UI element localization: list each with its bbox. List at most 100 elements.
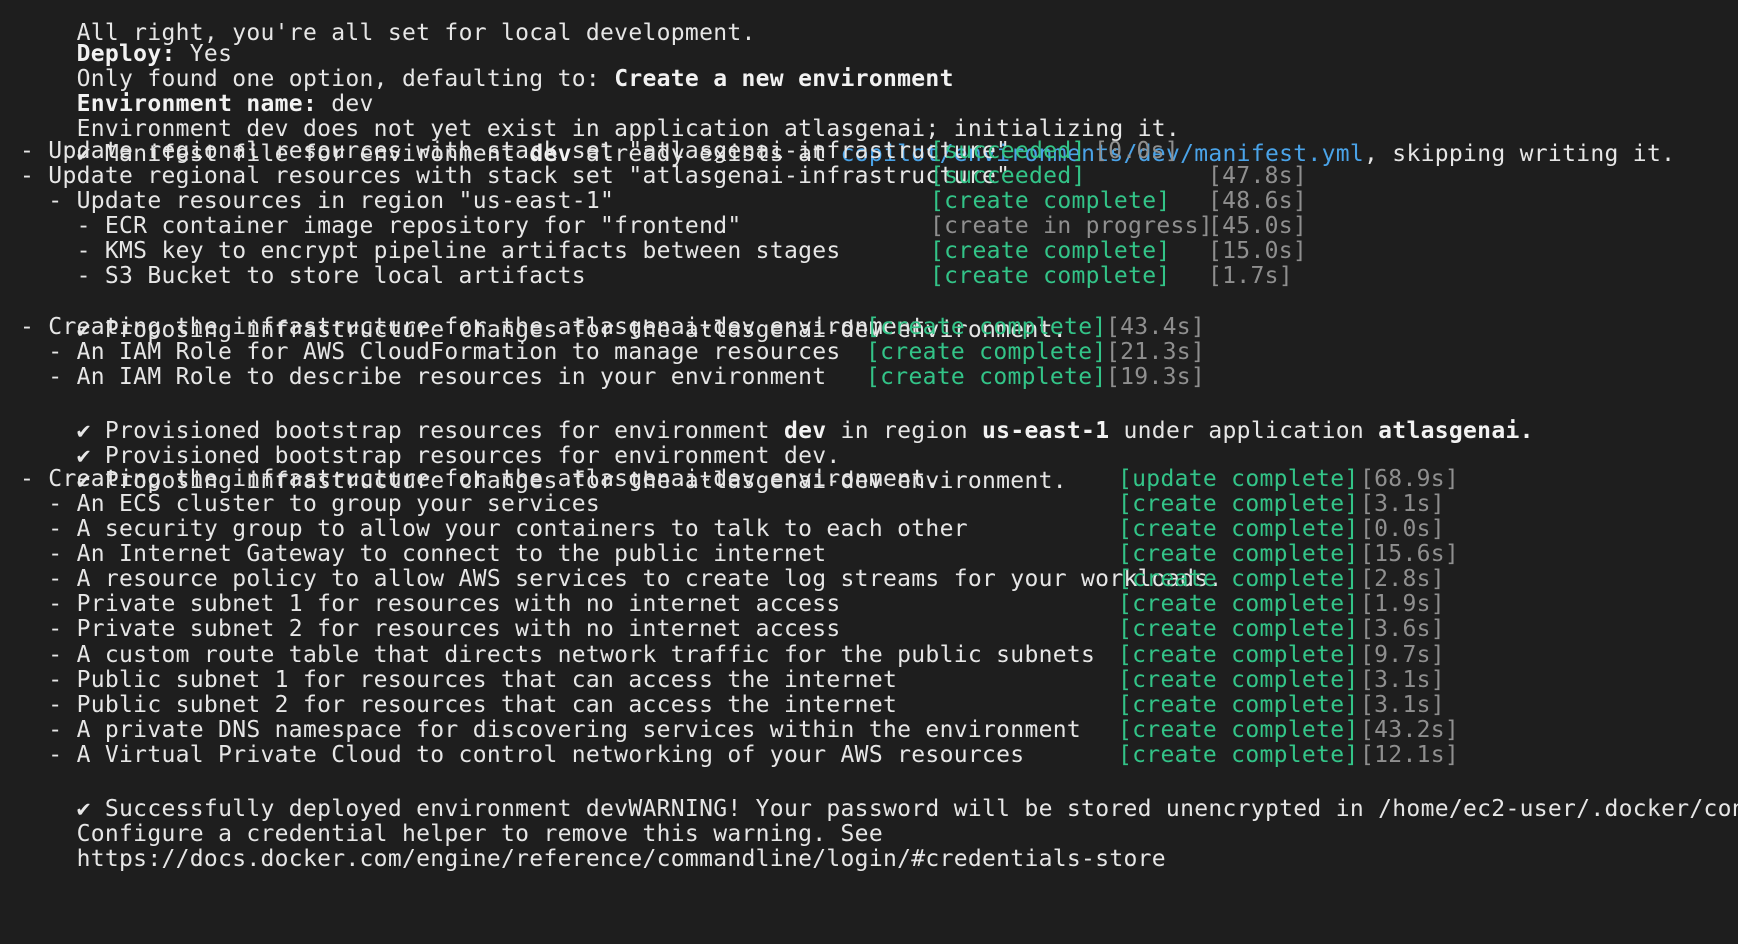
terminal-line: Configure a credential helper to remove …	[20, 792, 883, 847]
progress-row: - A private DNS namespace for discoverin…	[20, 716, 1458, 744]
task-status: [succeeded]	[930, 163, 1086, 189]
task-text: - S3 Bucket to store local artifacts	[20, 263, 586, 289]
terminal-line: Environment dev does not yet exist in ap…	[20, 87, 1180, 142]
terminal-line: ✔ Provisioned bootstrap resources for en…	[20, 389, 1534, 444]
task-text: - An IAM Role for AWS CloudFormation to …	[20, 339, 841, 365]
task-status: [create complete]	[866, 314, 1107, 340]
task-status: [create complete]	[1118, 717, 1359, 743]
task-status: [create complete]	[930, 238, 1171, 264]
task-time: [45.0s]	[1208, 213, 1308, 239]
progress-row: - A security group to allow your contain…	[20, 515, 1444, 543]
task-status: [create complete]	[1118, 692, 1359, 718]
task-time: [3.1s]	[1360, 692, 1445, 718]
progress-row: - KMS key to encrypt pipeline artifacts …	[20, 237, 1307, 265]
terminal-line: Only found one option, defaulting to: Cr…	[20, 37, 954, 92]
task-status: [create complete]	[1118, 566, 1359, 592]
progress-row: - Update resources in region "us-east-1"…	[20, 187, 1306, 215]
task-text: - Creating the infrastructure for the at…	[20, 466, 940, 492]
terminal-line: ✔ Provisioned bootstrap resources for en…	[20, 414, 841, 469]
task-status: [create complete]	[930, 263, 1171, 289]
task-status: [create complete]	[1118, 491, 1359, 517]
task-time: [48.6s]	[1208, 188, 1308, 214]
task-status: [update complete]	[1118, 466, 1359, 492]
terminal-line: ✔ Manifest file for environment dev alre…	[20, 112, 1675, 167]
progress-row: - An ECS cluster to group your services …	[20, 490, 1444, 518]
task-status: [create complete]	[1118, 616, 1359, 642]
progress-row: - Update regional resources with stack s…	[20, 137, 1179, 165]
task-time: [43.2s]	[1360, 717, 1460, 743]
progress-row: - A resource policy to allow AWS service…	[20, 565, 1444, 593]
task-text: - A resource policy to allow AWS service…	[20, 566, 1223, 592]
terminal-line: ✔ Proposing infrastructure changes for t…	[20, 439, 1067, 494]
progress-row: - An IAM Role to describe resources in y…	[20, 363, 1204, 391]
progress-row: - An Internet Gateway to connect to the …	[20, 540, 1458, 568]
task-time: [21.3s]	[1106, 339, 1206, 365]
task-status: [create complete]	[866, 339, 1107, 365]
task-time: [9.7s]	[1360, 642, 1445, 668]
terminal-line: https://docs.docker.com/engine/reference…	[20, 817, 1166, 872]
task-text: - Update regional resources with stack s…	[20, 138, 1011, 164]
task-text: - Update resources in region "us-east-1"	[20, 188, 615, 214]
task-text: - Public subnet 1 for resources that can…	[20, 667, 898, 693]
docs-url[interactable]: https://docs.docker.com/engine/reference…	[77, 846, 1166, 872]
app-name: atlasgenai.	[1378, 418, 1534, 444]
task-text: - Update regional resources with stack s…	[20, 163, 1011, 189]
task-text: - KMS key to encrypt pipeline artifacts …	[20, 238, 841, 264]
task-time: [1.9s]	[1360, 591, 1445, 617]
progress-row: - Creating the infrastructure for the at…	[20, 313, 1205, 341]
terminal-line: ✔ Successfully deployed environment devW…	[20, 767, 1738, 822]
terminal-line: ✔ Proposing infrastructure changes for t…	[20, 288, 1067, 343]
task-time: [43.4s]	[1106, 314, 1206, 340]
progress-row: - A custom route table that directs netw…	[20, 641, 1444, 669]
task-text: - Private subnet 2 for resources with no…	[20, 616, 841, 642]
progress-row: - S3 Bucket to store local artifacts [cr…	[20, 262, 1293, 290]
task-time: [2.8s]	[1360, 566, 1445, 592]
task-text: - Creating the infrastructure for the at…	[20, 314, 940, 340]
progress-row: - ECR container image repository for "fr…	[20, 212, 1307, 240]
task-time: [12.1s]	[1360, 742, 1460, 768]
line-text: , skipping writing it.	[1364, 141, 1676, 167]
task-time: [15.6s]	[1360, 541, 1460, 567]
progress-row: - Private subnet 2 for resources with no…	[20, 615, 1444, 643]
progress-row: - Update regional resources with stack s…	[20, 162, 1307, 190]
line-text: under application	[1109, 418, 1379, 444]
task-text: - ECR container image repository for "fr…	[20, 213, 742, 239]
progress-row: - Private subnet 1 for resources with no…	[20, 590, 1444, 618]
task-time: [0.0s]	[1360, 516, 1445, 542]
task-text: - Private subnet 1 for resources with no…	[20, 591, 841, 617]
progress-row: - A Virtual Private Cloud to control net…	[20, 741, 1458, 769]
progress-row: - Public subnet 1 for resources that can…	[20, 666, 1444, 694]
task-text: - A Virtual Private Cloud to control net…	[20, 742, 1025, 768]
task-status: [create complete]	[1118, 591, 1359, 617]
task-status: [create complete]	[1118, 541, 1359, 567]
task-time: [3.1s]	[1360, 667, 1445, 693]
task-time: [68.9s]	[1360, 466, 1460, 492]
task-time: [3.1s]	[1360, 491, 1445, 517]
terminal-output[interactable]: All right, you're all set for local deve…	[0, 0, 1738, 944]
task-time: [19.3s]	[1106, 364, 1206, 390]
task-text: - An IAM Role to describe resources in y…	[20, 364, 827, 390]
task-time: [0.0s]	[1094, 138, 1179, 164]
task-time: [3.6s]	[1360, 616, 1445, 642]
task-text: - A private DNS namespace for discoverin…	[20, 717, 1082, 743]
task-status: [create in progress]	[930, 213, 1213, 239]
progress-row: - Creating the infrastructure for the at…	[20, 465, 1459, 493]
task-time: [1.7s]	[1208, 263, 1293, 289]
task-text: - A custom route table that directs netw…	[20, 642, 1096, 668]
task-text: - An Internet Gateway to connect to the …	[20, 541, 827, 567]
progress-row: - Public subnet 2 for resources that can…	[20, 691, 1444, 719]
terminal-line: Deploy: Yes	[20, 12, 232, 67]
task-status: [create complete]	[930, 188, 1171, 214]
task-text: - Public subnet 2 for resources that can…	[20, 692, 898, 718]
task-text: - A security group to allow your contain…	[20, 516, 968, 542]
task-status: [create complete]	[1118, 742, 1359, 768]
task-status: [create complete]	[1118, 516, 1359, 542]
terminal-line: Environment name: dev	[20, 62, 374, 117]
task-status: [create complete]	[1118, 667, 1359, 693]
task-status: [create complete]	[1118, 642, 1359, 668]
task-text: - An ECS cluster to group your services	[20, 491, 601, 517]
task-status: [create complete]	[866, 364, 1107, 390]
task-time: [47.8s]	[1208, 163, 1308, 189]
task-time: [15.0s]	[1208, 238, 1308, 264]
progress-row: - An IAM Role for AWS CloudFormation to …	[20, 338, 1204, 366]
